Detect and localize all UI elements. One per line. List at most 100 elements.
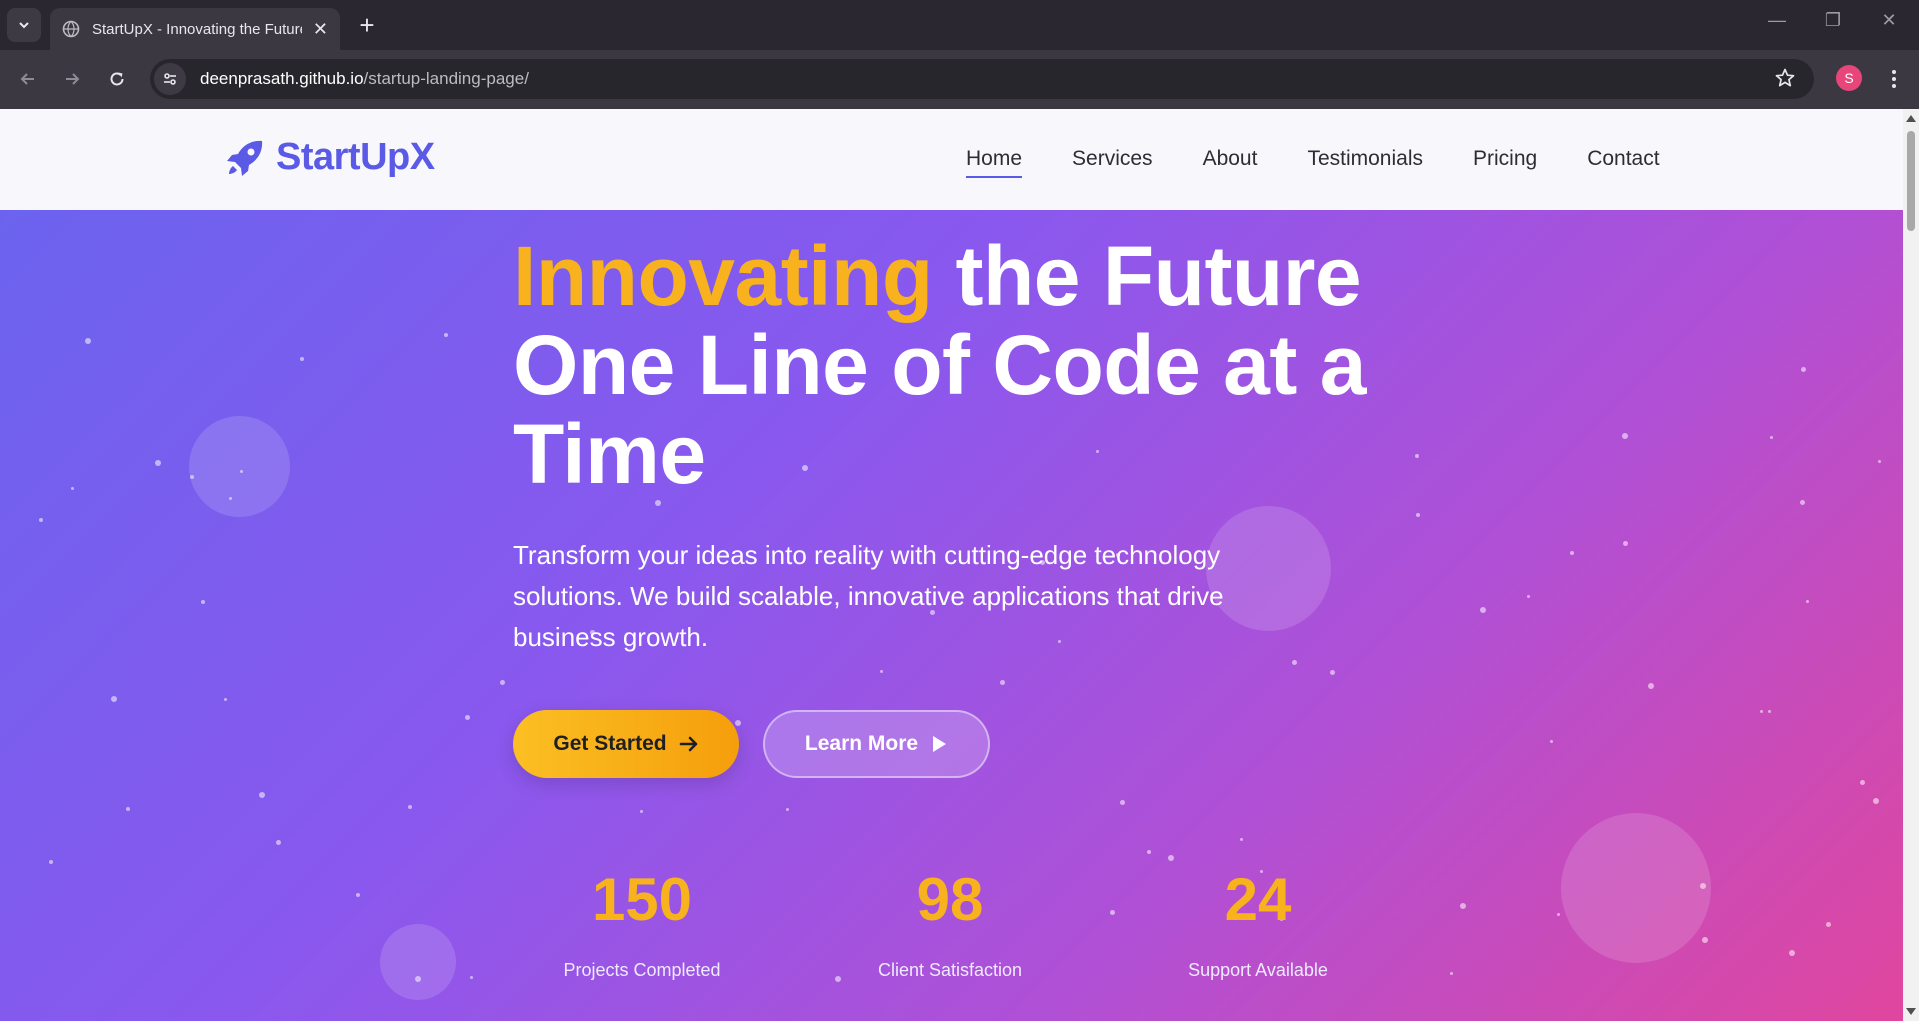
main-nav: Home Services About Testimonials Pricing… (966, 147, 1660, 178)
star-dot (1878, 460, 1881, 463)
arrow-left-icon (20, 73, 34, 85)
browser-tab-bar: StartUpX - Innovating the Future ✕ + — ❐… (0, 0, 1919, 50)
globe-icon (62, 20, 80, 38)
star-dot (1110, 910, 1115, 915)
learn-more-button[interactable]: Learn More (763, 710, 990, 778)
star-dot (1292, 660, 1297, 665)
star-dot (1801, 367, 1806, 372)
star-dot (1527, 595, 1530, 598)
star-dot (786, 808, 789, 811)
star-dot (1800, 500, 1805, 505)
nav-pricing[interactable]: Pricing (1473, 147, 1537, 171)
logo[interactable]: StartUpX (224, 136, 435, 179)
logo-text: StartUpX (276, 136, 435, 178)
star-dot (1168, 855, 1174, 861)
star-dot (1450, 972, 1453, 975)
browser-tab[interactable]: StartUpX - Innovating the Future ✕ (50, 8, 340, 50)
stat-value: 98 (916, 866, 984, 933)
arrow-right-icon (66, 73, 80, 85)
star-dot (1147, 850, 1151, 854)
star-dot (1768, 710, 1771, 713)
play-icon (933, 736, 947, 752)
tab-search-button[interactable] (7, 8, 41, 42)
nav-home[interactable]: Home (966, 147, 1023, 178)
profile-avatar[interactable]: S (1836, 65, 1862, 91)
back-button[interactable] (12, 63, 44, 95)
star-dot (415, 976, 421, 982)
minimize-icon[interactable]: — (1762, 10, 1792, 31)
star-dot (1702, 937, 1708, 943)
star-dot (1806, 600, 1809, 603)
stat-value: 150 (591, 866, 693, 933)
url-text: deenprasath.github.io/startup-landing-pa… (200, 69, 529, 88)
stat-projects: 150 Projects Completed (522, 865, 762, 981)
site-header: StartUpX Home Services About Testimonial… (0, 109, 1903, 210)
rocket-icon (227, 140, 263, 176)
hero-title-accent: Innovating (513, 229, 933, 323)
reload-button[interactable] (101, 63, 133, 95)
site-info-button[interactable] (154, 63, 186, 95)
star-dot (240, 470, 243, 473)
tab-close-icon[interactable]: ✕ (313, 19, 328, 40)
star-dot (444, 333, 448, 337)
tune-icon (164, 73, 176, 85)
star-dot (1826, 922, 1831, 927)
star-dot (735, 720, 741, 726)
star-dot (1570, 551, 1574, 555)
star-dot (300, 357, 304, 361)
hero-title-line1: the Future (932, 229, 1362, 323)
reload-icon (110, 72, 124, 86)
star-dot (259, 792, 265, 798)
star-dot (1623, 541, 1628, 546)
nav-services[interactable]: Services (1072, 147, 1153, 171)
star-dot (229, 497, 232, 500)
forward-button[interactable] (56, 63, 88, 95)
star-dot (1120, 800, 1125, 805)
nav-contact[interactable]: Contact (1587, 147, 1659, 171)
browser-toolbar: deenprasath.github.io/startup-landing-pa… (0, 50, 1919, 109)
star-dot (49, 860, 53, 864)
hero-title: Innovating the Future One Line of Code a… (513, 232, 1413, 499)
star-dot (1415, 454, 1419, 458)
nav-about[interactable]: About (1203, 147, 1258, 171)
star-dot (1557, 913, 1560, 916)
page-scrollbar[interactable] (1903, 109, 1919, 1021)
tab-title: StartUpX - Innovating the Future (92, 20, 302, 38)
star-dot (126, 807, 130, 811)
chevron-down-icon (19, 22, 29, 29)
star-dot (1760, 710, 1763, 713)
star-dot (1770, 436, 1773, 439)
star-dot (640, 810, 643, 813)
star-dot (201, 600, 205, 604)
stat-label: Projects Completed (563, 960, 721, 980)
scroll-down-arrow[interactable] (1906, 1008, 1916, 1015)
star-dot (356, 893, 360, 897)
hero-section: Innovating the Future One Line of Code a… (0, 210, 1903, 1021)
star-dot (39, 518, 43, 522)
decorative-bubble (1561, 813, 1711, 963)
star-dot (1000, 680, 1005, 685)
hero-title-line2: One Line of Code at a (513, 318, 1366, 412)
star-dot (276, 840, 281, 845)
star-dot (111, 696, 117, 702)
nav-testimonials[interactable]: Testimonials (1307, 147, 1423, 171)
scroll-thumb[interactable] (1907, 131, 1915, 231)
bookmark-star-icon[interactable] (1774, 67, 1796, 94)
star-dot (1873, 798, 1879, 804)
address-bar[interactable]: deenprasath.github.io/startup-landing-pa… (150, 59, 1814, 99)
learn-more-label: Learn More (804, 732, 919, 755)
new-tab-button[interactable]: + (352, 10, 382, 40)
scroll-up-arrow[interactable] (1906, 115, 1916, 122)
get-started-button[interactable]: Get Started (513, 710, 739, 778)
star-dot (190, 475, 194, 479)
get-started-label: Get Started (553, 732, 667, 755)
window-close-icon[interactable]: ✕ (1874, 10, 1904, 31)
decorative-bubble (189, 416, 290, 517)
stat-value: 24 (1224, 866, 1292, 933)
star-dot (155, 460, 161, 466)
browser-menu-icon[interactable] (1884, 64, 1904, 94)
restore-icon[interactable]: ❐ (1818, 10, 1848, 31)
star-dot (1550, 740, 1553, 743)
stat-label: Client Satisfaction (877, 960, 1023, 980)
hero-subtitle: Transform your ideas into reality with c… (513, 540, 1224, 652)
